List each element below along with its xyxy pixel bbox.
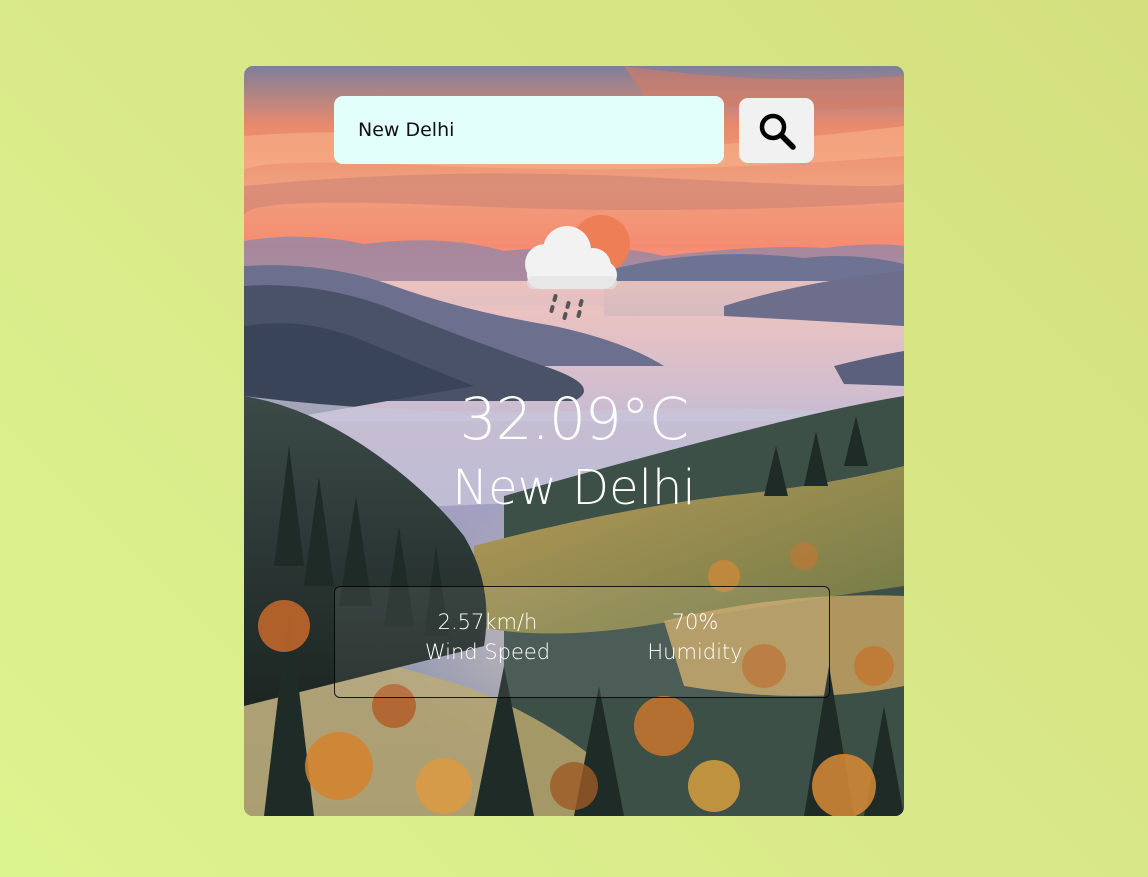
search-button[interactable] bbox=[739, 98, 814, 163]
city-name: New Delhi bbox=[452, 460, 696, 516]
temperature-value: 32.09°C bbox=[459, 385, 690, 453]
weather-details-panel: 2.57km/h Wind Speed 70% Humidity bbox=[334, 586, 830, 698]
weather-card: 32.09°C New Delhi 2.57km/h Wind Speed 70… bbox=[244, 66, 904, 816]
city-search-input[interactable] bbox=[334, 96, 724, 164]
humidity-label: Humidity bbox=[647, 640, 743, 664]
humidity-stat: 70% Humidity bbox=[620, 607, 770, 667]
search-icon bbox=[759, 113, 796, 150]
wind-speed-label: Wind Speed bbox=[424, 640, 551, 664]
wind-speed-stat: 2.57km/h Wind Speed bbox=[395, 607, 580, 667]
wind-speed-value: 2.57km/h bbox=[437, 610, 538, 634]
humidity-value: 70% bbox=[671, 610, 719, 634]
rain-cloud-sun-icon bbox=[525, 215, 630, 320]
